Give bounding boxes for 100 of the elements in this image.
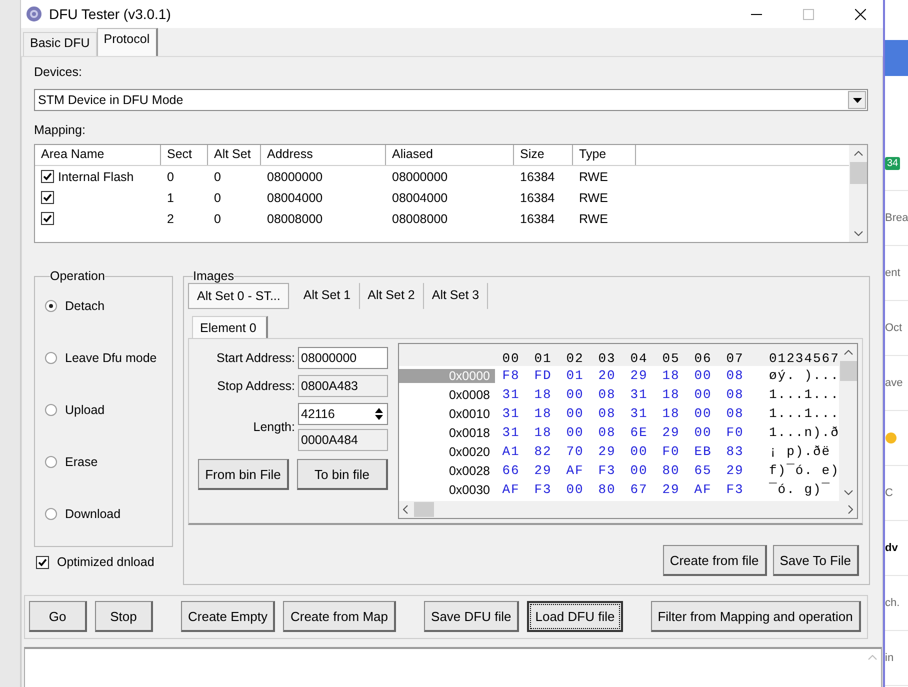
offset-cell-text: 0x0030 xyxy=(448,482,491,496)
hex-cell-text: F8 xyxy=(501,368,521,383)
checkbox[interactable] xyxy=(41,170,54,183)
input-field[interactable]: 0000A484 xyxy=(298,429,388,451)
scrollbar-thumb[interactable] xyxy=(850,162,866,184)
column-header[interactable]: Alt Set xyxy=(208,145,261,165)
file-button[interactable]: To bin file xyxy=(297,459,388,490)
column-header[interactable]: Address xyxy=(261,145,386,165)
checkbox[interactable] xyxy=(41,191,54,204)
offset-cell: 0x0000 xyxy=(399,368,495,382)
hex-cell-text: 00 xyxy=(565,387,585,402)
hex-cell-text: F0 xyxy=(725,425,745,440)
text-fragment: ave xyxy=(885,377,903,389)
column-header[interactable]: Aliased xyxy=(386,145,514,165)
ascii-cell-text: ¡ p).ðë xyxy=(768,444,831,459)
hex-cell-text: F0 xyxy=(661,444,681,459)
input-field[interactable]: 08000000 xyxy=(298,347,388,369)
table-cell: 1 xyxy=(167,190,174,204)
hex-cell-text: 08 xyxy=(725,368,745,383)
column-header[interactable]: Sect xyxy=(161,145,208,165)
action-button[interactable]: Create Empty xyxy=(181,601,276,632)
file-button[interactable]: Save To File xyxy=(772,545,859,576)
file-button[interactable]: From bin File xyxy=(198,459,289,490)
scrollbar[interactable] xyxy=(839,344,857,501)
hex-cell-text: 83 xyxy=(725,444,745,459)
scrollbar[interactable] xyxy=(849,145,867,242)
radio-button[interactable] xyxy=(45,352,57,364)
field-label: Stop Address: xyxy=(217,379,295,393)
radio-button[interactable] xyxy=(45,404,57,416)
tab[interactable]: Element 0 xyxy=(192,316,268,338)
table-cell: 0 xyxy=(167,170,174,184)
action-button[interactable]: Stop xyxy=(95,601,153,632)
hex-cell-text: 31 xyxy=(629,406,649,421)
field-label: Start Address: xyxy=(216,351,295,365)
group-title: Operation xyxy=(50,269,105,283)
file-button[interactable]: Create from file xyxy=(662,545,767,576)
hex-cell-text: 00 xyxy=(693,406,713,421)
column-header[interactable]: Type xyxy=(573,145,636,165)
spin-field[interactable]: 42116 xyxy=(298,403,388,425)
radio-label: Erase xyxy=(65,455,98,469)
hex-cell-text: 80 xyxy=(661,463,681,478)
hex-cell-text: 31 xyxy=(501,406,521,421)
radio-button[interactable] xyxy=(45,456,57,468)
text-fragment: ent xyxy=(885,267,900,279)
hex-cell-text: 00 xyxy=(629,444,649,459)
scroll-down-icon[interactable] xyxy=(844,490,853,495)
tab[interactable]: Alt Set 0 - ST... xyxy=(188,283,290,309)
scroll-up-icon[interactable] xyxy=(854,151,862,156)
scroll-up-icon[interactable] xyxy=(844,350,853,355)
offset-cell-text: 0x0008 xyxy=(448,388,491,402)
tab[interactable]: Protocol xyxy=(96,28,158,56)
hex-cell-text: F3 xyxy=(597,463,617,478)
input-field[interactable]: 0800A483 xyxy=(298,375,388,397)
tab[interactable]: Alt Set 2 xyxy=(360,283,424,309)
tab[interactable]: Alt Set 1 xyxy=(295,283,360,309)
hex-cell-text: 08 xyxy=(597,387,617,402)
hex-cell-text: 08 xyxy=(725,406,745,421)
tab[interactable]: Alt Set 3 xyxy=(424,283,488,309)
column-header: 07 xyxy=(725,351,745,366)
column-header: 03 xyxy=(597,351,617,366)
action-button[interactable]: Go xyxy=(29,601,87,632)
action-button[interactable]: Load DFU file xyxy=(527,601,623,632)
action-button[interactable]: Filter from Mapping and operation xyxy=(650,601,861,632)
text-fragment: ch. xyxy=(885,597,900,609)
close-icon[interactable] xyxy=(854,8,866,20)
device-dropdown[interactable]: STM Device in DFU Mode xyxy=(34,89,868,111)
scrollbar-thumb[interactable] xyxy=(414,502,434,517)
offset-cell-text: 0x0028 xyxy=(448,464,491,478)
hex-cell-text: 31 xyxy=(501,425,521,440)
badge: 34 xyxy=(885,156,900,170)
scrollbar[interactable] xyxy=(399,501,857,518)
hex-cell-text: 00 xyxy=(629,463,649,478)
hex-cell-text: A1 xyxy=(501,444,521,459)
action-button[interactable]: Create from Map xyxy=(283,601,396,632)
table-cell: 0 xyxy=(214,170,221,184)
hex-cell-text: 29 xyxy=(533,463,553,478)
radio-button[interactable] xyxy=(45,300,57,312)
ascii-cell-text: 1...1... xyxy=(768,406,840,421)
scroll-down-icon[interactable] xyxy=(854,231,862,236)
checkbox-label: Optimized dnload xyxy=(57,555,154,569)
hex-cell-text: 66 xyxy=(501,463,521,478)
scroll-left-icon[interactable] xyxy=(403,505,408,514)
scroll-right-icon[interactable] xyxy=(848,505,853,514)
tab[interactable]: Basic DFU xyxy=(23,32,97,56)
radio-button[interactable] xyxy=(45,508,57,520)
column-header: 05 xyxy=(661,351,681,366)
column-header[interactable]: Area Name xyxy=(35,145,161,165)
radio-label: Upload xyxy=(65,403,105,417)
hex-cell-text: 29 xyxy=(629,368,649,383)
checkbox[interactable] xyxy=(41,212,54,225)
hex-cell-text: 00 xyxy=(565,425,585,440)
hex-cell-text: FD xyxy=(533,368,553,383)
column-header[interactable]: Size xyxy=(514,145,573,165)
scrollbar-thumb[interactable] xyxy=(840,361,857,381)
hex-cell-text: EB xyxy=(693,444,713,459)
hex-cell-text: 01 xyxy=(565,368,585,383)
action-button[interactable]: Save DFU file xyxy=(424,601,520,632)
offset-cell-text: 0x0020 xyxy=(448,444,491,458)
checkbox[interactable] xyxy=(36,556,49,568)
banner-strip xyxy=(885,40,908,76)
